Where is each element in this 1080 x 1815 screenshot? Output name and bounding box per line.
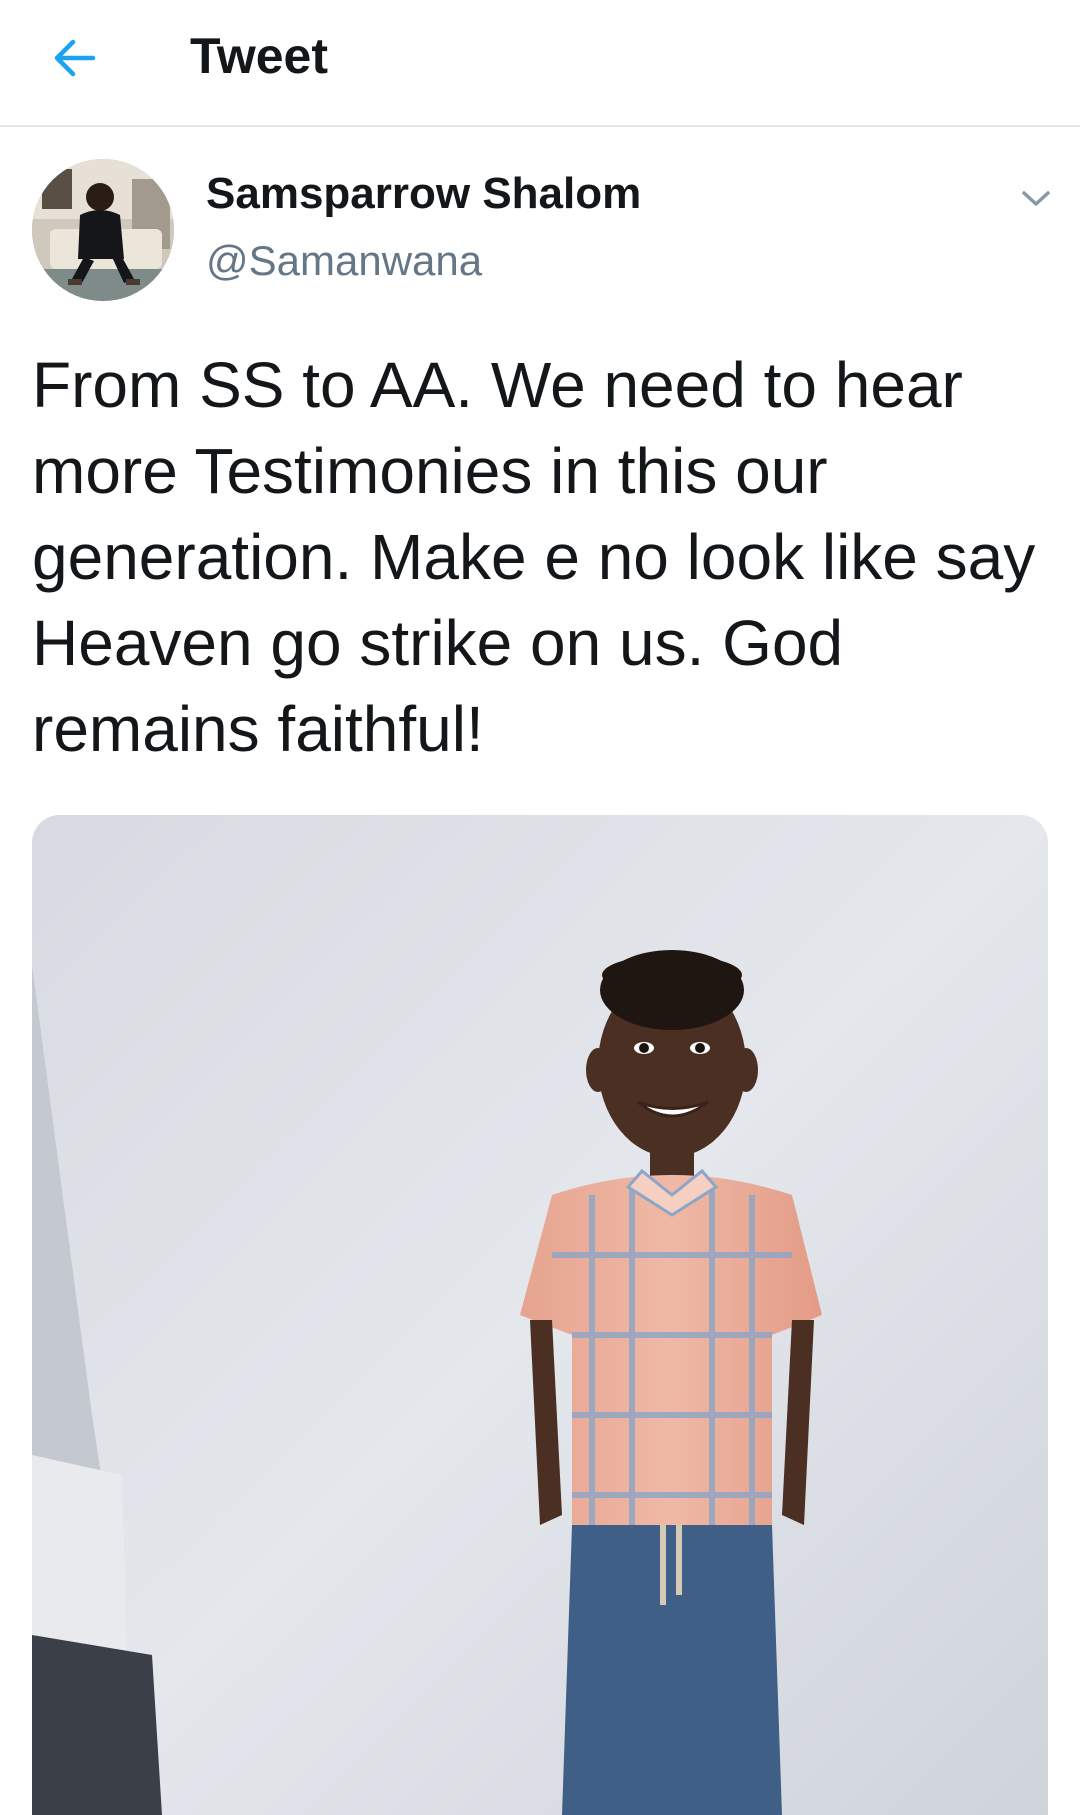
tweet-menu-button[interactable] — [1016, 179, 1056, 219]
author-name[interactable]: Samsparrow Shalom — [206, 167, 641, 221]
author-handle[interactable]: @Samanwana — [206, 235, 482, 287]
tweet-media-photo[interactable] — [32, 815, 1048, 1815]
tweet-text: From SS to AA. We need to hear more Test… — [32, 349, 1036, 765]
page-title: Tweet — [190, 28, 328, 84]
avatar-photo — [32, 159, 174, 301]
back-button[interactable] — [44, 28, 104, 88]
top-app-bar: Tweet — [0, 0, 1080, 127]
arrow-left-icon — [54, 39, 96, 77]
avatar[interactable] — [32, 159, 174, 301]
photo — [32, 815, 1048, 1815]
chevron-down-icon — [1022, 191, 1050, 206]
